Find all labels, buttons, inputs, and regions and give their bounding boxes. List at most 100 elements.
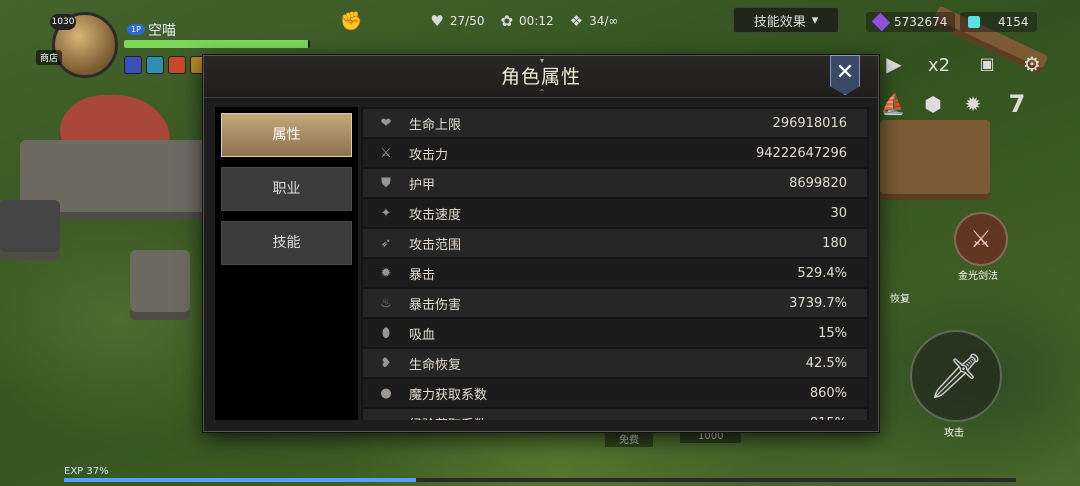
chevron-down-icon: ▾ <box>811 12 819 28</box>
play-icon[interactable]: ▶ <box>880 52 908 76</box>
gear-badge-icon[interactable]: ✹ <box>958 92 988 116</box>
buff-icon[interactable] <box>168 56 186 74</box>
stat-name: 暴击伤害 <box>409 297 462 313</box>
stat-value: 8699820 <box>789 175 847 191</box>
stat-row: ⛊ 护甲 8699820 <box>363 169 867 197</box>
cyan-gem-icon <box>968 16 980 28</box>
cyan-currency-value: 4154 <box>998 15 1029 29</box>
stat-value: 94222647296 <box>756 145 847 161</box>
attack-button[interactable]: 🗡 <box>910 330 1002 422</box>
tabs-panel: 属性 职业 技能 <box>215 107 358 420</box>
shop-tag[interactable]: 商店 <box>36 50 63 65</box>
modal-header: ▾ 角色属性 ⌃ <box>204 56 878 98</box>
stone-lantern <box>130 250 190 320</box>
stat-value: 815% <box>667 416 867 421</box>
attack-range-icon: ➶ <box>380 235 392 251</box>
hexagon-icon[interactable]: ⬢ <box>918 92 948 116</box>
stat-row: ⚔ 攻击力 94222647296 <box>363 139 867 167</box>
speed-value: 34/∞ <box>589 14 619 28</box>
close-icon: ✕ <box>835 60 855 85</box>
gear-icon[interactable]: ⚙ <box>1018 52 1046 76</box>
blood-drop-icon: ⬮ <box>381 325 391 341</box>
character-attributes-modal: ▾ 角色属性 ⌃ ✕ 属性 职业 技能 ❤ 生命上限 296918016 ⚔ 攻击力 94… <box>203 55 879 432</box>
stat-name: 攻击力 <box>409 147 449 163</box>
heart-icon: ♥ <box>430 12 444 30</box>
stat-name: 生命上限 <box>409 117 462 133</box>
purple-gem-icon <box>871 12 891 32</box>
buff-icon[interactable] <box>146 56 164 74</box>
purple-currency-value: 5732674 <box>894 15 948 29</box>
exp-fill <box>64 478 417 482</box>
mana-bomb-icon: ● <box>380 385 392 401</box>
chat-icon[interactable]: ▣ <box>974 54 1000 73</box>
speed-multiplier[interactable]: x2 <box>924 55 954 76</box>
stat-name: 经验获取系数 <box>409 414 667 421</box>
title-ornament-icon: ⌃ <box>538 88 546 97</box>
stat-row: ✹ 暴击 529.4% <box>363 259 867 287</box>
stat-name: 护甲 <box>409 177 436 193</box>
heal-label: 恢复 <box>890 294 910 305</box>
stat-name: 吸血 <box>409 327 436 343</box>
sword-icon: ⚔ <box>380 145 392 161</box>
stat-row: ❤ 生命上限 296918016 <box>363 109 867 137</box>
stat-row: ⬮ 吸血 15% <box>363 319 867 347</box>
tab-skills[interactable]: 技能 <box>221 221 352 265</box>
skill-effect-label: 技能效果 <box>753 14 806 30</box>
stat-value: 3739.7% <box>789 295 847 311</box>
exp-icon: EXP <box>363 419 409 421</box>
stat-value: 15% <box>818 325 847 341</box>
blade-icon: ⚔ <box>970 225 992 253</box>
top-status-bar: ✊ ♥ 27/50 ✿ 00:12 ❖ 34/∞ <box>340 8 618 34</box>
player-name: 空喵 <box>148 23 176 39</box>
stat-value: 42.5% <box>805 355 847 371</box>
stat-row: ❥ 生命恢复 42.5% <box>363 349 867 377</box>
slot-seven[interactable]: 7 <box>1002 90 1032 118</box>
critical-damage-icon: ♨ <box>380 295 392 311</box>
wooden-cart <box>880 120 990 200</box>
critical-icon: ✹ <box>380 265 392 281</box>
player-hp-bar <box>124 40 310 48</box>
sword-icon: 🗡 <box>928 351 984 402</box>
cyan-currency: 4154 <box>960 12 1037 32</box>
ship-icon[interactable]: ⛵ <box>878 92 908 116</box>
shield-icon: ⛊ <box>381 175 391 191</box>
heart-icon: ❤ <box>380 115 392 131</box>
buff-icon[interactable] <box>124 56 142 74</box>
skill-effect-dropdown[interactable]: 技能效果 ▾ <box>733 7 839 33</box>
skill-name: 金光剑法 <box>958 271 998 282</box>
heal-heart-icon: ❥ <box>380 355 392 371</box>
tab-attributes[interactable]: 属性 <box>221 113 352 157</box>
player-index-badge: 1P <box>127 24 145 35</box>
player-level-badge: 1030 <box>50 14 76 30</box>
stat-value: 529.4% <box>797 265 847 281</box>
stat-name: 攻击速度 <box>409 207 462 223</box>
modal-title: 角色属性 <box>500 66 581 88</box>
stat-row: ✦ 攻击速度 30 <box>363 199 867 227</box>
timer-value: 00:12 <box>519 14 554 28</box>
attack-label: 攻击 <box>944 428 964 439</box>
dark-rock <box>0 200 60 260</box>
exp-bar <box>64 478 1016 482</box>
attack-speed-icon: ✦ <box>380 205 392 221</box>
skill-button[interactable]: ⚔ <box>954 212 1008 266</box>
tab-profession[interactable]: 职业 <box>221 167 352 211</box>
stat-name: 攻击范围 <box>409 237 462 253</box>
stat-row: EXP经验获取系数815% <box>363 409 867 420</box>
stat-value: 180 <box>822 235 847 251</box>
stat-name: 魔力获取系数 <box>409 387 488 403</box>
stat-name: 暴击 <box>409 267 436 283</box>
free-tag[interactable]: 免费 <box>605 430 653 447</box>
stat-row: ● 魔力获取系数 860% <box>363 379 867 407</box>
counter-value: 27/50 <box>449 14 485 28</box>
stat-value: 30 <box>830 205 847 221</box>
stats-list[interactable]: ❤ 生命上限 296918016 ⚔ 攻击力 94222647296 ⛊ 护甲 8699820 ✦… <box>361 107 869 420</box>
bunny-icon: ✿ <box>500 12 514 30</box>
exp-label: EXP 37% <box>64 466 109 477</box>
boot-icon: ❖ <box>569 12 584 30</box>
player-hp-fill <box>124 40 309 48</box>
stat-value: 296918016 <box>772 115 847 131</box>
stat-row: ♨ 暴击伤害 3739.7% <box>363 289 867 317</box>
purple-currency: 5732674 <box>866 12 956 32</box>
stat-name: 生命恢复 <box>409 357 462 373</box>
fist-icon: ✊ <box>340 10 363 32</box>
